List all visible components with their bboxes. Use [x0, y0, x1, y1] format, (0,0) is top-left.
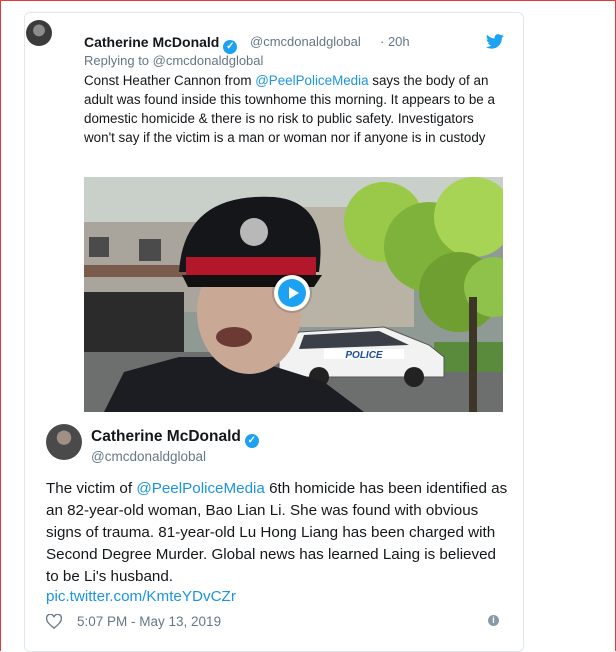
- pic-twitter-link[interactable]: pic.twitter.com/KmteYDvCZr: [46, 588, 236, 605]
- main-author-handle[interactable]: @cmcdonaldglobal: [91, 449, 206, 464]
- police-car-label: POLICE: [345, 350, 383, 361]
- main-author-name[interactable]: Catherine McDonald ✓: [91, 428, 259, 448]
- main-text-before-link: The victim of: [46, 480, 137, 497]
- peel-police-mention-link[interactable]: @PeelPoliceMedia: [136, 480, 265, 497]
- play-icon[interactable]: [278, 279, 306, 307]
- replying-to[interactable]: Replying to @cmcdonaldglobal: [84, 53, 263, 68]
- verified-icon: ✓: [244, 434, 259, 448]
- quoted-author-name[interactable]: Catherine McDonald ✓: [84, 34, 238, 54]
- quoted-tweet-time[interactable]: · 20h: [380, 34, 410, 49]
- heart-icon[interactable]: [46, 614, 62, 629]
- verified-icon: ✓: [223, 40, 238, 54]
- main-author-avatar[interactable]: [46, 424, 82, 460]
- play-button[interactable]: [274, 275, 310, 311]
- quoted-tweet-text: Const Heather Cannon from @PeelPoliceMed…: [84, 71, 504, 147]
- quoted-author-name-text[interactable]: Catherine McDonald: [84, 34, 219, 50]
- quoted-author-handle[interactable]: @cmcdonaldglobal: [250, 34, 361, 49]
- info-icon[interactable]: i: [488, 615, 499, 626]
- peel-police-mention-link[interactable]: @PeelPoliceMedia: [255, 73, 368, 88]
- tweet-timestamp[interactable]: 5:07 PM - May 13, 2019: [77, 614, 221, 629]
- main-author-name-text[interactable]: Catherine McDonald: [91, 428, 241, 445]
- quoted-text-before-link: Const Heather Cannon from: [84, 73, 256, 88]
- main-tweet-text: The victim of @PeelPoliceMedia 6th homic…: [46, 478, 508, 588]
- twitter-bird-icon[interactable]: [486, 34, 504, 49]
- quoted-author-avatar[interactable]: [26, 20, 52, 46]
